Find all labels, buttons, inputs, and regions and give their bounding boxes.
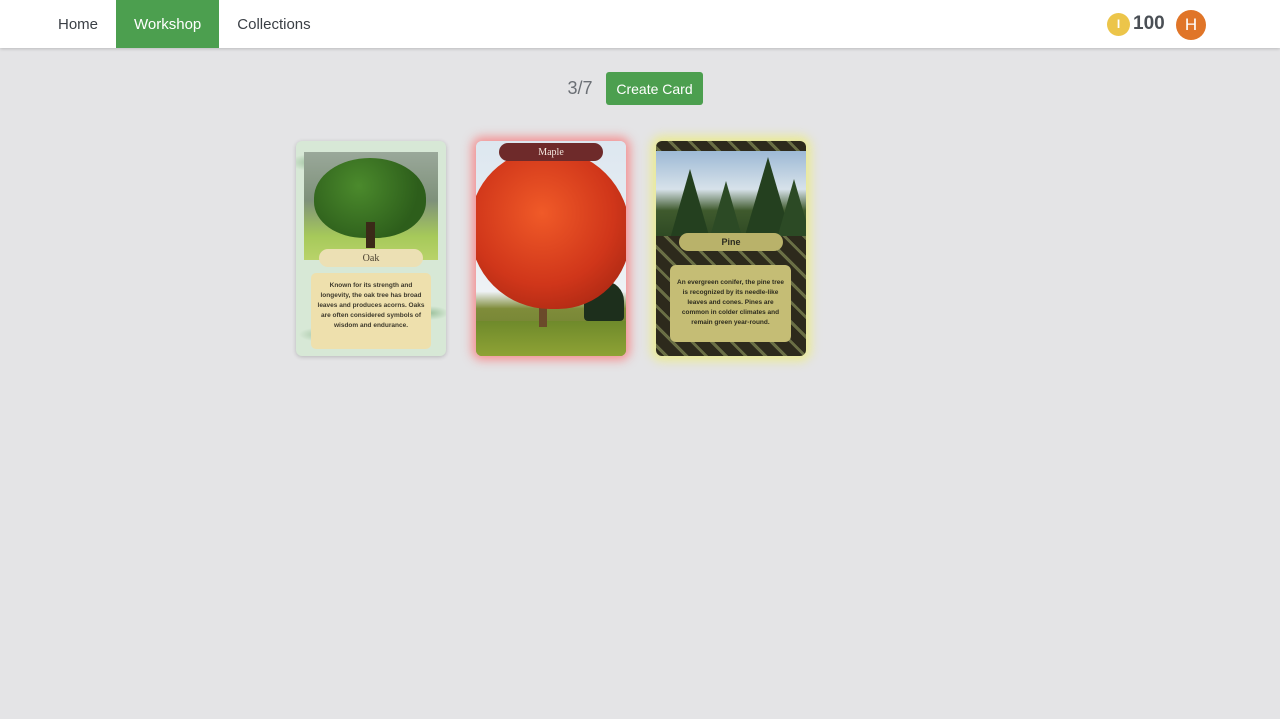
main-nav: Home Workshop Collections bbox=[40, 0, 329, 48]
top-navbar: Home Workshop Collections I 100 H bbox=[0, 0, 1280, 48]
card-maple[interactable]: Maple bbox=[476, 141, 626, 356]
nav-workshop[interactable]: Workshop bbox=[116, 0, 220, 48]
oak-trunk bbox=[366, 222, 375, 248]
maple-tree-image bbox=[476, 141, 626, 356]
card-counter: 3/7 bbox=[567, 78, 593, 98]
pine-tree-shape bbox=[670, 169, 710, 236]
card-oak[interactable]: Oak Known for its strength and longevity… bbox=[296, 141, 446, 356]
pine-tree-shape bbox=[774, 179, 806, 236]
card-description: Known for its strength and longevity, th… bbox=[311, 273, 431, 349]
pine-tree-shape bbox=[706, 181, 746, 236]
card-name: Oak bbox=[319, 249, 423, 267]
nav-home[interactable]: Home bbox=[40, 0, 116, 48]
oak-tree-image bbox=[304, 152, 438, 260]
user-avatar[interactable]: H bbox=[1176, 10, 1206, 40]
maple-canopy bbox=[476, 149, 626, 309]
create-card-button[interactable]: Create Card bbox=[606, 72, 703, 105]
card-name: Maple bbox=[499, 143, 603, 161]
maple-grass bbox=[476, 321, 626, 356]
pine-tree-image bbox=[656, 151, 806, 236]
nav-collections[interactable]: Collections bbox=[219, 0, 328, 48]
coin-count: 100 bbox=[1133, 13, 1165, 34]
card-pine[interactable]: Pine An evergreen conifer, the pine tree… bbox=[656, 141, 806, 356]
card-name: Pine bbox=[679, 233, 783, 251]
coin-balance: I 100 bbox=[1107, 12, 1165, 36]
coin-icon: I bbox=[1107, 12, 1130, 36]
card-description: An evergreen conifer, the pine tree is r… bbox=[670, 265, 791, 342]
